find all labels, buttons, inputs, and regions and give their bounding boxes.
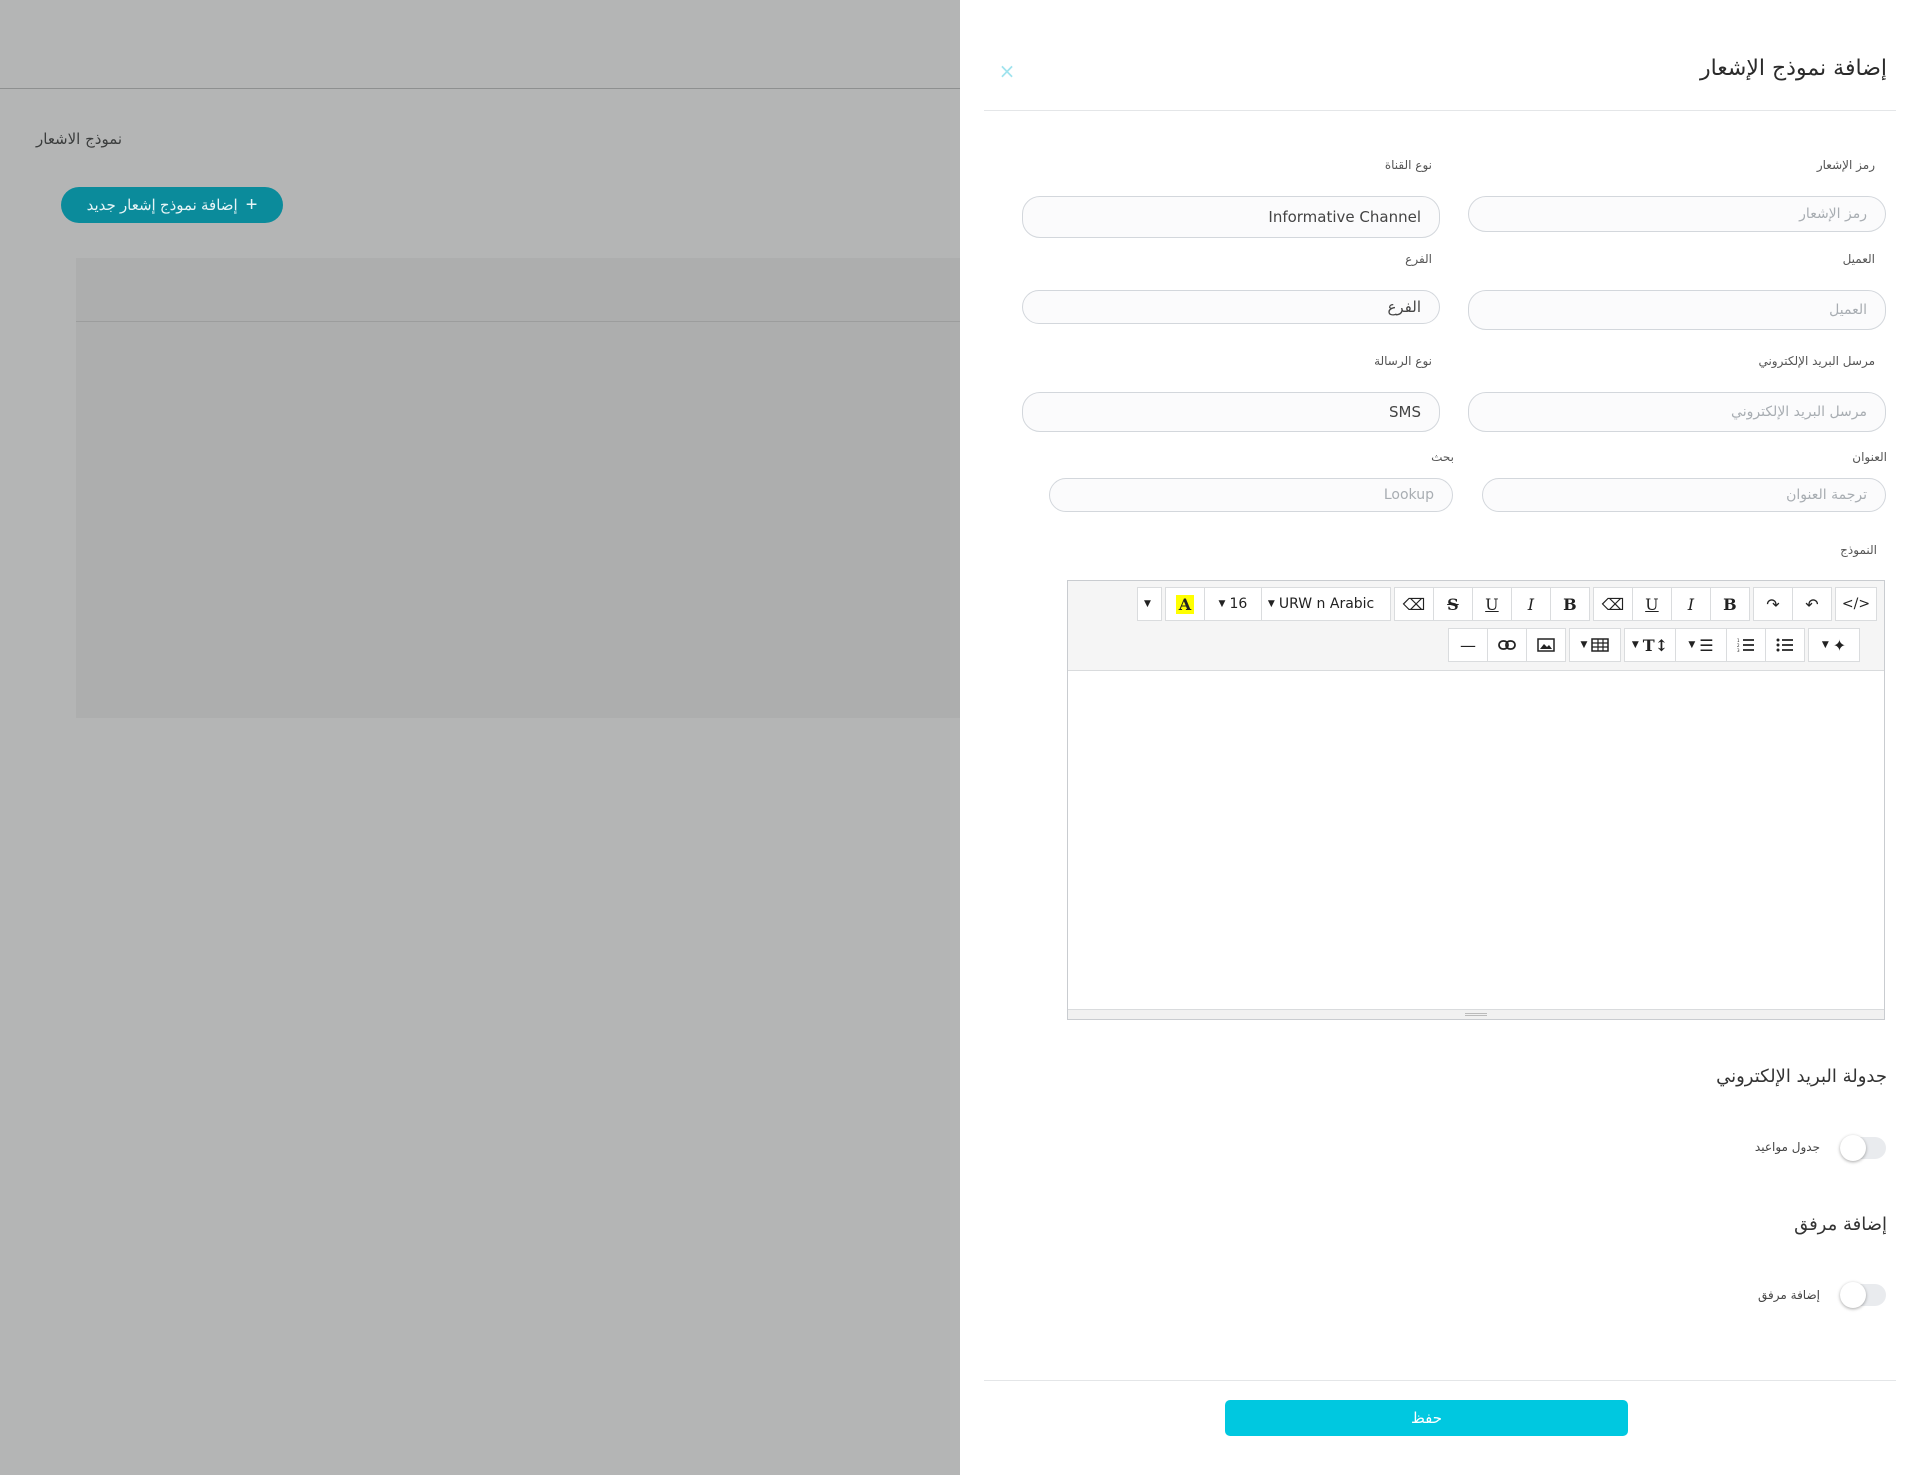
- message-type-label: نوع الرسالة: [1374, 354, 1432, 368]
- redo-icon[interactable]: ↷: [1752, 587, 1793, 621]
- italic-button-2[interactable]: I: [1670, 587, 1711, 621]
- italic-button[interactable]: I: [1510, 587, 1551, 621]
- branch-value: الفرع: [1387, 298, 1421, 316]
- text-style-dropdown[interactable]: ▼ T↕: [1624, 628, 1676, 662]
- schedule-toggle-label: جدول مواعيد: [1754, 1140, 1820, 1154]
- message-type-select[interactable]: SMS: [1022, 392, 1440, 432]
- client-placeholder: العميل: [1829, 302, 1867, 318]
- lookup-input[interactable]: Lookup: [1049, 478, 1453, 512]
- toolbar-row-1: ▼ A ▼ 16 ▼ URW n Arabic ⌫ S U I B ⌫ U I …: [1134, 587, 1878, 621]
- editor-resize-handle[interactable]: [1068, 1009, 1884, 1019]
- save-button[interactable]: حفظ: [1225, 1400, 1628, 1436]
- page-title: نموذج الاشعار: [36, 130, 123, 148]
- client-select[interactable]: العميل: [1468, 290, 1886, 330]
- strikethrough-button[interactable]: S: [1432, 587, 1473, 621]
- toggle-knob: [1840, 1135, 1866, 1161]
- plus-icon: +: [245, 194, 258, 216]
- editor-content-area[interactable]: [1068, 671, 1884, 1009]
- more-dropdown[interactable]: ▼: [1137, 587, 1162, 621]
- background-table-header: [76, 258, 960, 322]
- channel-type-label: نوع القناة: [1384, 158, 1432, 172]
- attachment-toggle[interactable]: [1840, 1282, 1886, 1308]
- eraser-icon[interactable]: ⌫: [1393, 587, 1434, 621]
- title-placeholder: ترجمة العنوان: [1786, 487, 1867, 503]
- underline-button-2[interactable]: U: [1631, 587, 1672, 621]
- table-dropdown[interactable]: ▼: [1569, 628, 1621, 662]
- bold-button[interactable]: B: [1549, 587, 1590, 621]
- align-dropdown[interactable]: ▼ ☰: [1675, 628, 1727, 662]
- background-header: [0, 0, 960, 89]
- font-family-dropdown[interactable]: ▼ URW n Arabic: [1260, 587, 1391, 621]
- add-button-label: إضافة نموذج إشعار جديد: [86, 197, 238, 214]
- search-label: بحث: [1431, 450, 1454, 464]
- branch-label: الفرع: [1405, 252, 1432, 266]
- toggle-knob: [1840, 1282, 1866, 1308]
- underline-button[interactable]: U: [1471, 587, 1512, 621]
- link-icon[interactable]: [1487, 628, 1527, 662]
- lookup-placeholder: Lookup: [1383, 487, 1434, 503]
- bold-button-2[interactable]: B: [1709, 587, 1750, 621]
- drawer-title: إضافة نموذج الإشعار: [1699, 56, 1887, 81]
- background-page: نموذج الاشعار إضافة نموذج إشعار جديد +: [0, 0, 960, 1475]
- message-type-value: SMS: [1389, 403, 1421, 421]
- font-family-value: URW n Arabic: [1278, 596, 1375, 612]
- email-schedule-section-title: جدولة البريد الإلكتروني: [1716, 1066, 1887, 1087]
- attachment-toggle-label: إضافة مرفق: [1758, 1288, 1820, 1302]
- header-divider: [984, 110, 1896, 111]
- email-sender-select[interactable]: مرسل البريد الإلكتروني: [1468, 392, 1886, 432]
- svg-text:3: 3: [1737, 648, 1740, 652]
- highlight-color-button[interactable]: A: [1164, 587, 1205, 621]
- horizontal-rule-icon[interactable]: —: [1448, 628, 1488, 662]
- background-table-card: [76, 258, 960, 718]
- font-size-value: 16: [1229, 596, 1248, 612]
- font-size-dropdown[interactable]: ▼ 16: [1203, 587, 1262, 621]
- toolbar-row-2: — ▼ ▼ T↕ ▼ ☰ 123 ▼ ✦: [1445, 628, 1860, 662]
- editor-toolbar: ▼ A ▼ 16 ▼ URW n Arabic ⌫ S U I B ⌫ U I …: [1068, 581, 1884, 671]
- email-sender-label: مرسل البريد الإلكتروني: [1758, 354, 1875, 368]
- notification-code-label: رمز الإشعار: [1816, 158, 1875, 172]
- undo-icon[interactable]: ↶: [1791, 587, 1832, 621]
- email-sender-placeholder: مرسل البريد الإلكتروني: [1731, 404, 1867, 420]
- add-template-drawer: إضافة نموذج الإشعار × رمز الإشعار رمز ال…: [960, 0, 1920, 1475]
- template-label: النموذج: [1840, 543, 1877, 557]
- rich-text-editor: ▼ A ▼ 16 ▼ URW n Arabic ⌫ S U I B ⌫ U I …: [1067, 580, 1885, 1020]
- close-icon[interactable]: ×: [996, 60, 1018, 82]
- ordered-list-icon[interactable]: 123: [1726, 628, 1766, 662]
- branch-select[interactable]: الفرع: [1022, 290, 1440, 324]
- eraser-icon-2[interactable]: ⌫: [1592, 587, 1633, 621]
- notification-code-placeholder: رمز الإشعار: [1799, 206, 1867, 222]
- notification-code-input[interactable]: رمز الإشعار: [1468, 196, 1886, 232]
- image-icon[interactable]: [1526, 628, 1566, 662]
- unordered-list-icon[interactable]: [1765, 628, 1805, 662]
- title-label: العنوان: [1852, 450, 1887, 464]
- code-view-icon[interactable]: </>: [1834, 587, 1878, 621]
- channel-type-value: Informative Channel: [1268, 208, 1421, 226]
- channel-type-select[interactable]: Informative Channel: [1022, 196, 1440, 238]
- add-notification-template-button[interactable]: إضافة نموذج إشعار جديد +: [61, 187, 283, 223]
- footer-divider: [984, 1380, 1896, 1381]
- schedule-toggle[interactable]: [1840, 1135, 1886, 1161]
- title-input[interactable]: ترجمة العنوان: [1482, 478, 1886, 512]
- attachment-section-title: إضافة مرفق: [1794, 1214, 1887, 1235]
- client-label: العميل: [1842, 252, 1875, 266]
- magic-wand-dropdown[interactable]: ▼ ✦: [1808, 628, 1860, 662]
